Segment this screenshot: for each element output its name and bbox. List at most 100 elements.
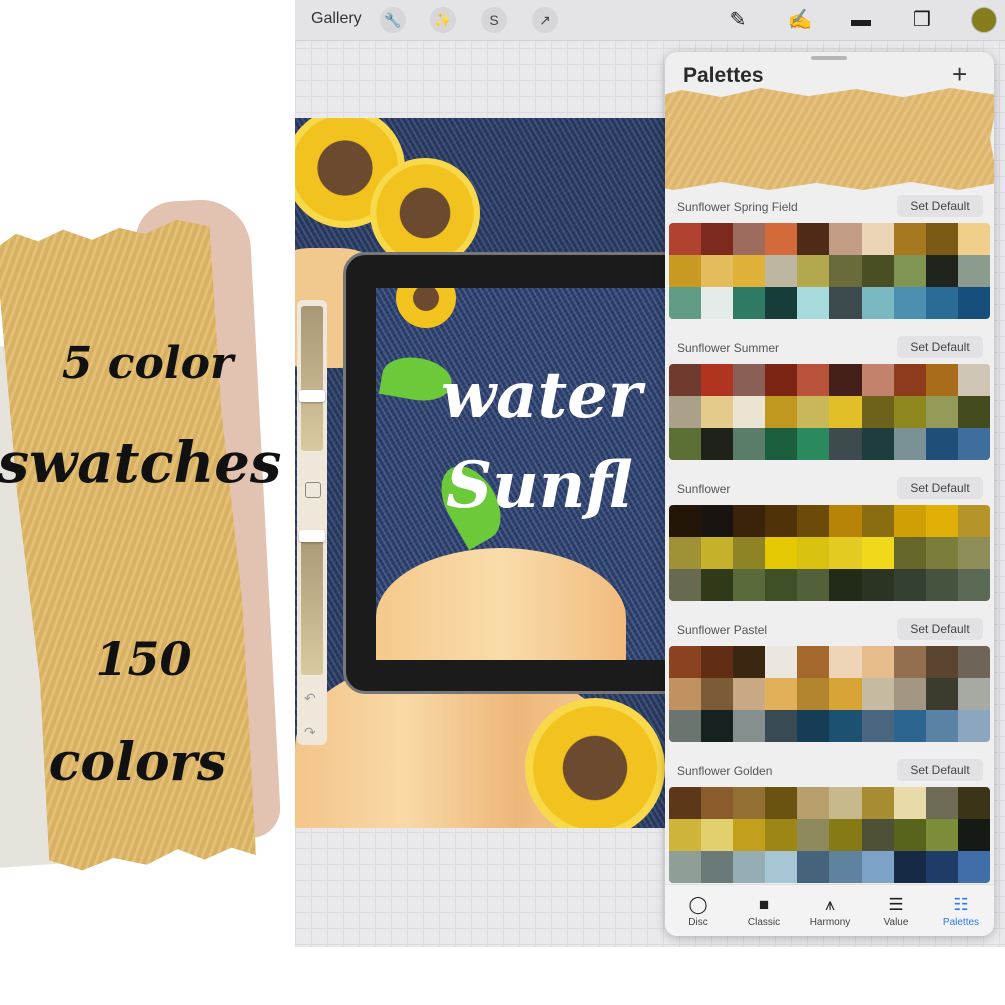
color-swatch[interactable] bbox=[765, 287, 798, 319]
color-swatch[interactable] bbox=[925, 428, 958, 460]
color-swatch[interactable] bbox=[669, 537, 702, 569]
color-swatch[interactable] bbox=[797, 255, 830, 287]
transform-arrow-icon[interactable]: ↗ bbox=[532, 7, 558, 33]
brush-size-thumb[interactable] bbox=[299, 390, 325, 402]
color-swatch[interactable] bbox=[925, 505, 958, 537]
color-swatch[interactable] bbox=[893, 396, 926, 428]
color-swatch[interactable] bbox=[957, 819, 990, 851]
color-swatch[interactable] bbox=[893, 646, 926, 678]
color-swatch[interactable] bbox=[861, 364, 894, 396]
color-swatch[interactable] bbox=[957, 787, 990, 819]
color-swatch[interactable] bbox=[797, 364, 830, 396]
color-swatch[interactable] bbox=[765, 396, 798, 428]
color-swatch[interactable] bbox=[861, 787, 894, 819]
color-swatch[interactable] bbox=[861, 396, 894, 428]
color-swatch[interactable] bbox=[957, 287, 990, 319]
color-swatch[interactable] bbox=[797, 819, 830, 851]
color-swatch[interactable] bbox=[957, 255, 990, 287]
color-swatch[interactable] bbox=[765, 787, 798, 819]
undo-icon[interactable]: ↶ bbox=[304, 690, 316, 707]
color-swatch[interactable] bbox=[797, 428, 830, 460]
color-swatch[interactable] bbox=[829, 505, 862, 537]
color-swatch[interactable] bbox=[893, 255, 926, 287]
tab-classic[interactable]: ■ Classic bbox=[731, 885, 797, 936]
color-swatch[interactable] bbox=[829, 819, 862, 851]
color-swatch[interactable] bbox=[733, 364, 766, 396]
color-swatch[interactable] bbox=[925, 851, 958, 883]
color-swatch[interactable] bbox=[893, 364, 926, 396]
color-swatch[interactable] bbox=[765, 678, 798, 710]
color-swatch[interactable] bbox=[797, 646, 830, 678]
color-swatch[interactable] bbox=[957, 646, 990, 678]
color-swatch[interactable] bbox=[765, 428, 798, 460]
opacity-slider[interactable] bbox=[301, 530, 323, 675]
color-swatch[interactable] bbox=[957, 710, 990, 742]
eraser-icon[interactable]: ▬ bbox=[848, 7, 874, 33]
color-swatch[interactable] bbox=[861, 819, 894, 851]
color-swatch[interactable] bbox=[893, 223, 926, 255]
tab-value[interactable]: ☰ Value bbox=[863, 885, 929, 936]
color-swatch[interactable] bbox=[957, 505, 990, 537]
color-swatch[interactable] bbox=[733, 255, 766, 287]
color-swatch[interactable] bbox=[797, 851, 830, 883]
color-swatch[interactable] bbox=[893, 678, 926, 710]
color-swatch[interactable] bbox=[765, 710, 798, 742]
color-swatch[interactable] bbox=[797, 787, 830, 819]
gallery-button[interactable]: Gallery bbox=[311, 10, 362, 28]
tab-harmony[interactable]: ⩚ Harmony bbox=[797, 885, 863, 936]
color-swatch[interactable] bbox=[669, 364, 702, 396]
color-swatch[interactable] bbox=[893, 505, 926, 537]
color-swatch[interactable] bbox=[733, 678, 766, 710]
color-swatch[interactable] bbox=[669, 428, 702, 460]
tab-palettes[interactable]: ☷ Palettes bbox=[928, 885, 994, 936]
redo-icon[interactable]: ↷ bbox=[304, 724, 316, 741]
color-swatch[interactable] bbox=[925, 255, 958, 287]
color-swatch[interactable] bbox=[765, 223, 798, 255]
color-swatch[interactable] bbox=[957, 678, 990, 710]
color-swatch[interactable] bbox=[829, 646, 862, 678]
color-swatch[interactable] bbox=[861, 678, 894, 710]
color-swatch[interactable] bbox=[765, 851, 798, 883]
color-swatch[interactable] bbox=[893, 287, 926, 319]
color-swatch[interactable] bbox=[669, 787, 702, 819]
color-swatch[interactable] bbox=[701, 223, 734, 255]
color-swatch[interactable] bbox=[957, 223, 990, 255]
color-swatch[interactable] bbox=[861, 287, 894, 319]
set-default-button[interactable]: Set Default bbox=[897, 759, 983, 781]
color-swatch[interactable] bbox=[957, 569, 990, 601]
eyedropper-modify-button[interactable] bbox=[305, 482, 321, 498]
color-swatch[interactable] bbox=[701, 428, 734, 460]
color-swatch[interactable] bbox=[829, 787, 862, 819]
color-swatch[interactable] bbox=[861, 646, 894, 678]
color-swatch[interactable] bbox=[669, 710, 702, 742]
magic-wand-icon[interactable]: ✨ bbox=[430, 7, 456, 33]
color-swatch[interactable] bbox=[829, 287, 862, 319]
color-swatch[interactable] bbox=[733, 787, 766, 819]
color-swatch[interactable] bbox=[861, 428, 894, 460]
color-swatch[interactable] bbox=[957, 851, 990, 883]
color-swatch[interactable] bbox=[733, 396, 766, 428]
color-swatch[interactable] bbox=[733, 537, 766, 569]
brush-icon[interactable]: ✎ bbox=[725, 7, 751, 33]
brush-size-slider[interactable] bbox=[301, 306, 323, 451]
color-swatch[interactable] bbox=[701, 505, 734, 537]
color-swatch[interactable] bbox=[925, 364, 958, 396]
color-swatch[interactable] bbox=[797, 537, 830, 569]
color-swatch[interactable] bbox=[925, 537, 958, 569]
color-swatch[interactable] bbox=[893, 787, 926, 819]
color-swatch[interactable] bbox=[925, 819, 958, 851]
panel-grabber[interactable] bbox=[811, 56, 847, 60]
color-swatch[interactable] bbox=[861, 537, 894, 569]
color-swatch[interactable] bbox=[797, 569, 830, 601]
color-swatch[interactable] bbox=[669, 223, 702, 255]
color-swatch[interactable] bbox=[797, 678, 830, 710]
color-swatch[interactable] bbox=[701, 710, 734, 742]
color-swatch[interactable] bbox=[829, 364, 862, 396]
tab-disc[interactable]: ◯ Disc bbox=[665, 885, 731, 936]
color-swatch[interactable] bbox=[765, 819, 798, 851]
color-swatch[interactable] bbox=[733, 223, 766, 255]
color-swatch[interactable] bbox=[733, 851, 766, 883]
color-swatch[interactable] bbox=[669, 505, 702, 537]
set-default-button[interactable]: Set Default bbox=[897, 618, 983, 640]
color-swatch[interactable] bbox=[925, 287, 958, 319]
